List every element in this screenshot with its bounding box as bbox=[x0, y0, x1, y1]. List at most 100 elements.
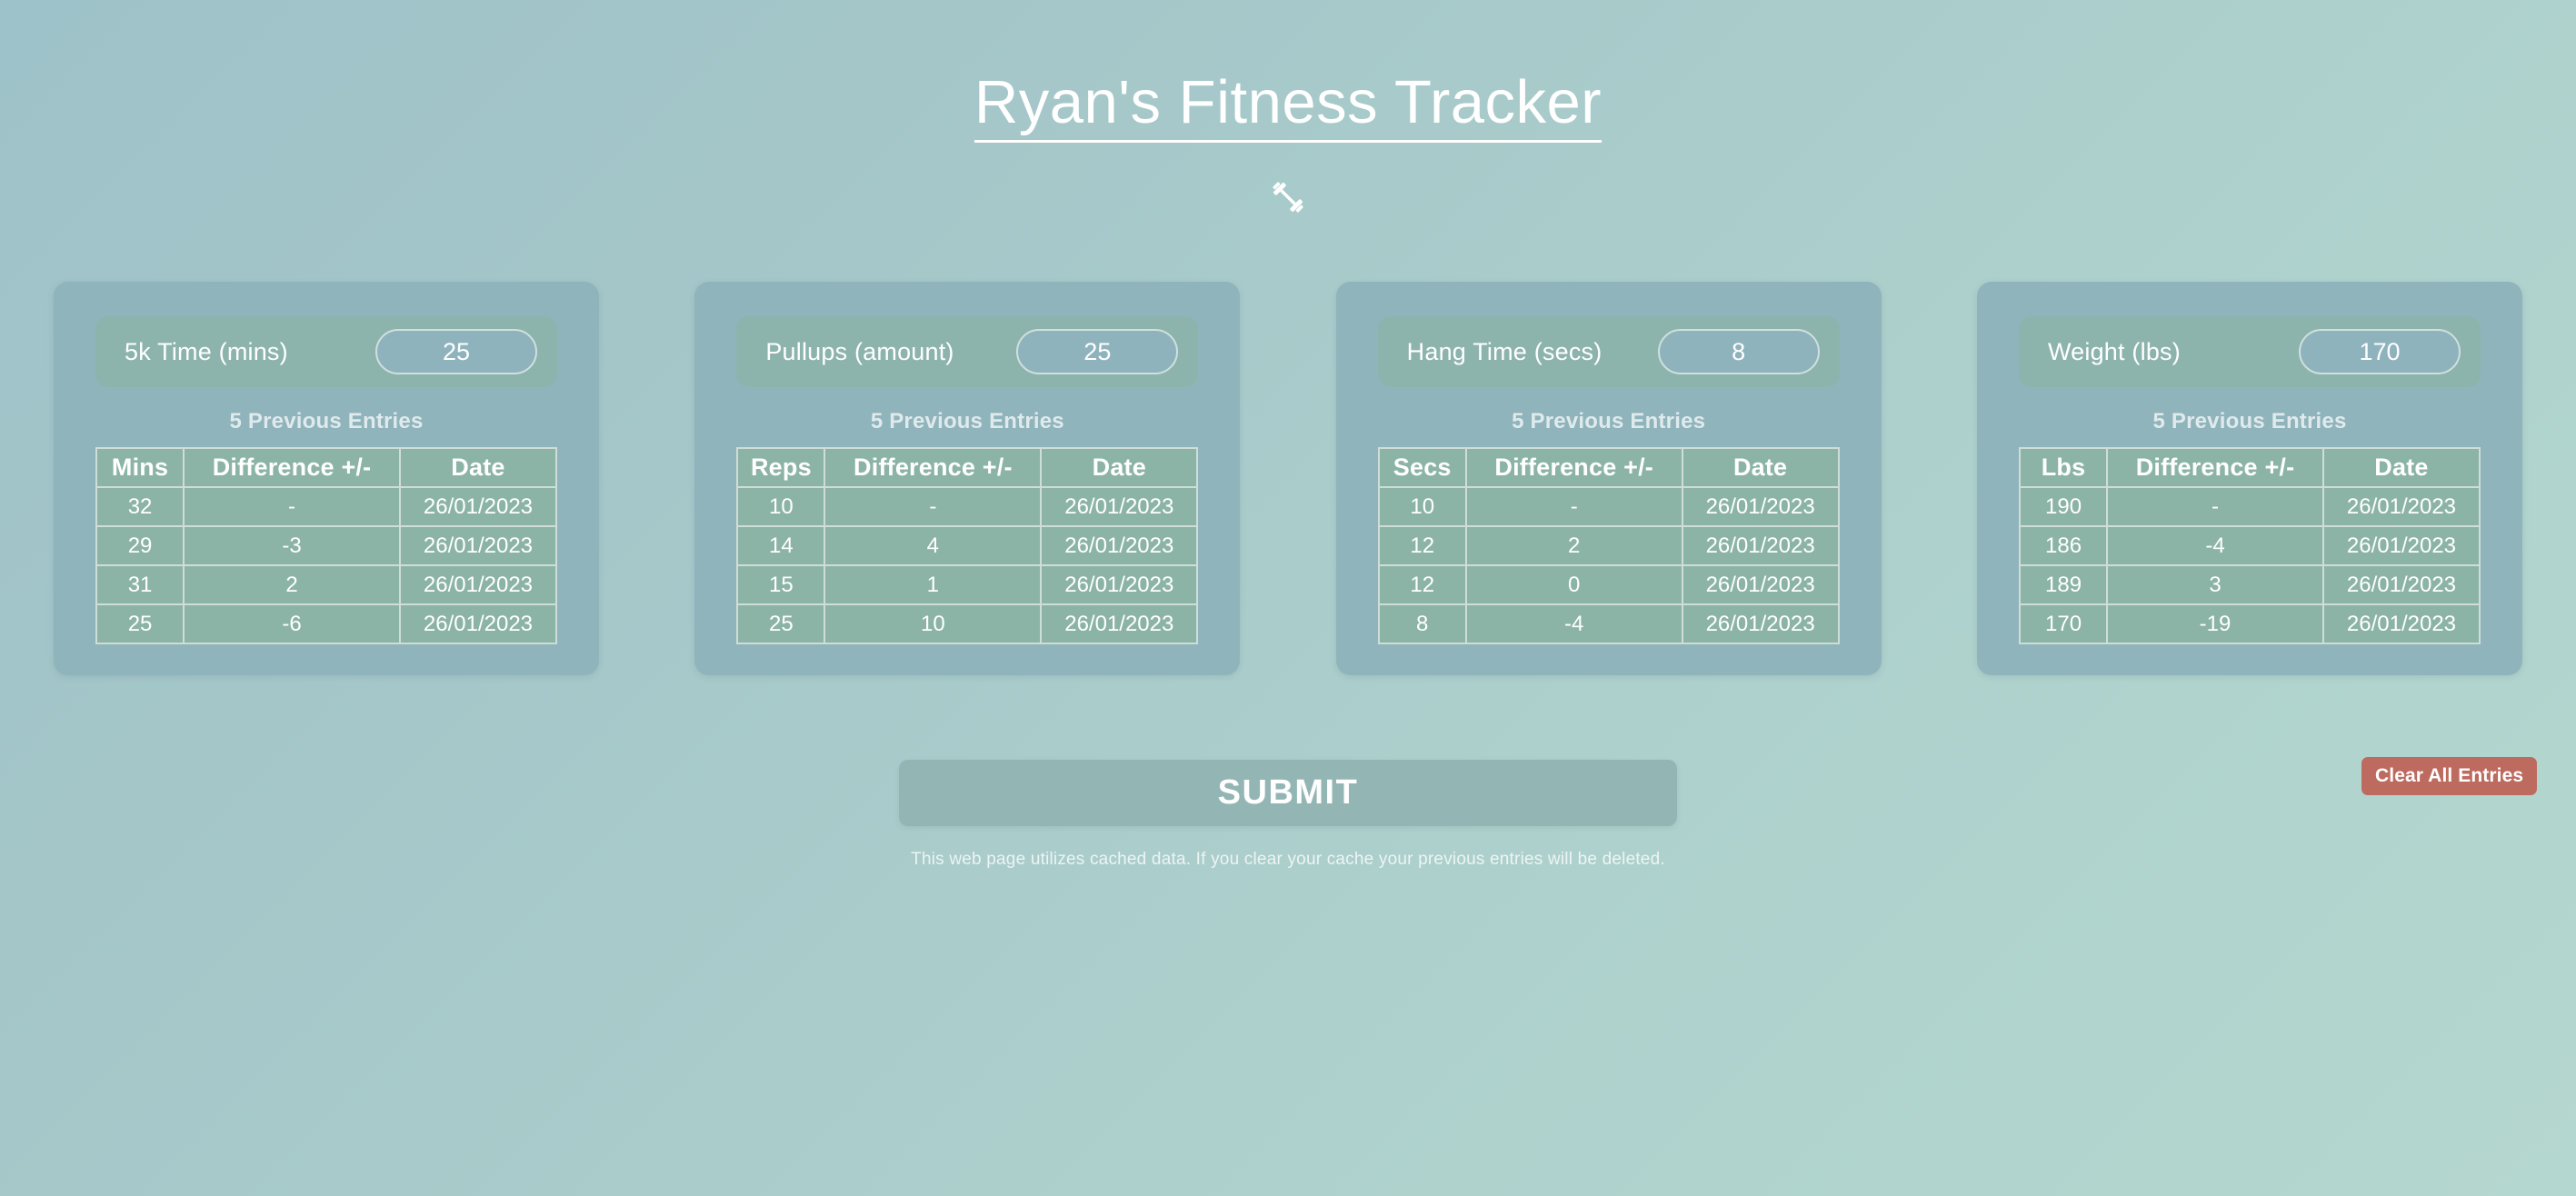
cell-date: 26/01/2023 bbox=[398, 564, 558, 605]
cell-date: 26/01/2023 bbox=[2321, 564, 2481, 605]
column-header-value: Secs bbox=[1377, 447, 1467, 488]
table-row: 25 -6 26/01/2023 bbox=[95, 603, 558, 644]
metric-input-5k-time[interactable] bbox=[375, 329, 537, 374]
table-row: 186 -4 26/01/2023 bbox=[2018, 525, 2481, 566]
cell-value: 15 bbox=[736, 564, 826, 605]
metric-card-weight: Weight (lbs) 5 Previous Entries Lbs Diff… bbox=[1976, 282, 2522, 675]
dumbbell-icon bbox=[1273, 182, 1303, 214]
column-header-value: Mins bbox=[95, 447, 185, 488]
submit-button[interactable]: SUBMIT bbox=[899, 760, 1677, 826]
metric-input-weight[interactable] bbox=[2298, 329, 2461, 374]
metric-label: Pullups (amount) bbox=[765, 337, 954, 365]
table-row: 10 - 26/01/2023 bbox=[736, 486, 1199, 527]
cell-value: 14 bbox=[736, 525, 826, 566]
metric-input-pullups[interactable] bbox=[1016, 329, 1179, 374]
table-row: 189 3 26/01/2023 bbox=[2018, 564, 2481, 605]
entries-caption: 5 Previous Entries bbox=[870, 409, 1064, 434]
metric-input-hang-time[interactable] bbox=[1657, 329, 1820, 374]
cell-value: 10 bbox=[1377, 486, 1467, 527]
cell-difference: - bbox=[1464, 486, 1683, 527]
cell-difference: - bbox=[824, 486, 1043, 527]
cell-value: 32 bbox=[95, 486, 185, 527]
metric-label: Hang Time (secs) bbox=[1406, 337, 1603, 365]
table-header-row: Secs Difference +/- Date bbox=[1377, 447, 1840, 488]
cell-difference: -19 bbox=[2106, 603, 2324, 644]
cell-value: 189 bbox=[2018, 564, 2109, 605]
cell-value: 10 bbox=[736, 486, 826, 527]
cell-value: 170 bbox=[2018, 603, 2109, 644]
cell-date: 26/01/2023 bbox=[1681, 564, 1840, 605]
table-row: 12 2 26/01/2023 bbox=[1377, 525, 1840, 566]
table-row: 12 0 26/01/2023 bbox=[1377, 564, 1840, 605]
cell-difference: 0 bbox=[1464, 564, 1683, 605]
page-title: Ryan's Fitness Tracker bbox=[973, 70, 1603, 144]
clear-all-entries-button[interactable]: Clear All Entries bbox=[2361, 757, 2538, 795]
cell-value: 25 bbox=[736, 603, 826, 644]
cell-date: 26/01/2023 bbox=[2321, 603, 2481, 644]
page-header: Ryan's Fitness Tracker bbox=[0, 0, 2576, 219]
cell-date: 26/01/2023 bbox=[1040, 603, 1199, 644]
cell-date: 26/01/2023 bbox=[2321, 486, 2481, 527]
metric-header: Weight (lbs) bbox=[2018, 316, 2481, 387]
column-header-date: Date bbox=[398, 447, 558, 488]
dumbbell-icon-container bbox=[0, 175, 2576, 219]
entries-caption: 5 Previous Entries bbox=[1512, 409, 1706, 434]
cell-difference: - bbox=[183, 486, 401, 527]
metric-card-pullups: Pullups (amount) 5 Previous Entries Reps… bbox=[694, 282, 1241, 675]
cell-difference: -4 bbox=[1464, 603, 1683, 644]
cell-difference: 3 bbox=[2106, 564, 2324, 605]
cell-date: 26/01/2023 bbox=[398, 525, 558, 566]
metric-card-5k-time: 5k Time (mins) 5 Previous Entries Mins D… bbox=[54, 282, 599, 675]
table-row: 29 -3 26/01/2023 bbox=[95, 525, 558, 566]
metric-header: 5k Time (mins) bbox=[95, 316, 557, 387]
cell-difference: -4 bbox=[2106, 525, 2324, 566]
cell-value: 29 bbox=[95, 525, 185, 566]
table-row: 32 - 26/01/2023 bbox=[95, 486, 558, 527]
table-row: 10 - 26/01/2023 bbox=[1377, 486, 1840, 527]
metric-label: 5k Time (mins) bbox=[125, 337, 288, 365]
cell-difference: 2 bbox=[1464, 525, 1683, 566]
table-row: 14 4 26/01/2023 bbox=[736, 525, 1199, 566]
cell-value: 25 bbox=[95, 603, 185, 644]
table-row: 31 2 26/01/2023 bbox=[95, 564, 558, 605]
entries-caption: 5 Previous Entries bbox=[229, 409, 424, 434]
entries-table: Reps Difference +/- Date 10 - 26/01/2023… bbox=[736, 447, 1199, 644]
column-header-difference: Difference +/- bbox=[1464, 447, 1683, 488]
cell-date: 26/01/2023 bbox=[1681, 486, 1840, 527]
cell-value: 186 bbox=[2018, 525, 2109, 566]
column-header-difference: Difference +/- bbox=[183, 447, 401, 488]
table-header-row: Reps Difference +/- Date bbox=[736, 447, 1199, 488]
cell-value: 12 bbox=[1377, 564, 1467, 605]
cell-difference: - bbox=[2106, 486, 2324, 527]
cell-date: 26/01/2023 bbox=[1040, 525, 1199, 566]
column-header-date: Date bbox=[1681, 447, 1840, 488]
cell-difference: 2 bbox=[183, 564, 401, 605]
metric-header: Hang Time (secs) bbox=[1377, 316, 1840, 387]
cell-date: 26/01/2023 bbox=[1040, 486, 1199, 527]
table-header-row: Mins Difference +/- Date bbox=[95, 447, 558, 488]
column-header-difference: Difference +/- bbox=[824, 447, 1043, 488]
cell-difference: 1 bbox=[824, 564, 1043, 605]
entries-table: Secs Difference +/- Date 10 - 26/01/2023… bbox=[1377, 447, 1840, 644]
table-row: 190 - 26/01/2023 bbox=[2018, 486, 2481, 527]
metric-card-hang-time: Hang Time (secs) 5 Previous Entries Secs… bbox=[1335, 282, 1882, 675]
cell-date: 26/01/2023 bbox=[1040, 564, 1199, 605]
cell-date: 26/01/2023 bbox=[398, 486, 558, 527]
cell-date: 26/01/2023 bbox=[398, 603, 558, 644]
cell-date: 26/01/2023 bbox=[1681, 525, 1840, 566]
cell-date: 26/01/2023 bbox=[1681, 603, 1840, 644]
entries-table: Mins Difference +/- Date 32 - 26/01/2023… bbox=[95, 447, 558, 644]
table-row: 25 10 26/01/2023 bbox=[736, 603, 1199, 644]
entries-table: Lbs Difference +/- Date 190 - 26/01/2023… bbox=[2018, 447, 2481, 644]
column-header-difference: Difference +/- bbox=[2106, 447, 2324, 488]
entries-caption: 5 Previous Entries bbox=[2152, 409, 2347, 434]
cell-difference: 10 bbox=[824, 603, 1043, 644]
metric-cards-row: 5k Time (mins) 5 Previous Entries Mins D… bbox=[54, 282, 2522, 675]
cell-value: 190 bbox=[2018, 486, 2109, 527]
table-row: 15 1 26/01/2023 bbox=[736, 564, 1199, 605]
metric-label: Weight (lbs) bbox=[2047, 337, 2181, 365]
cell-value: 8 bbox=[1377, 603, 1467, 644]
metric-header: Pullups (amount) bbox=[736, 316, 1199, 387]
column-header-value: Lbs bbox=[2018, 447, 2109, 488]
table-row: 8 -4 26/01/2023 bbox=[1377, 603, 1840, 644]
